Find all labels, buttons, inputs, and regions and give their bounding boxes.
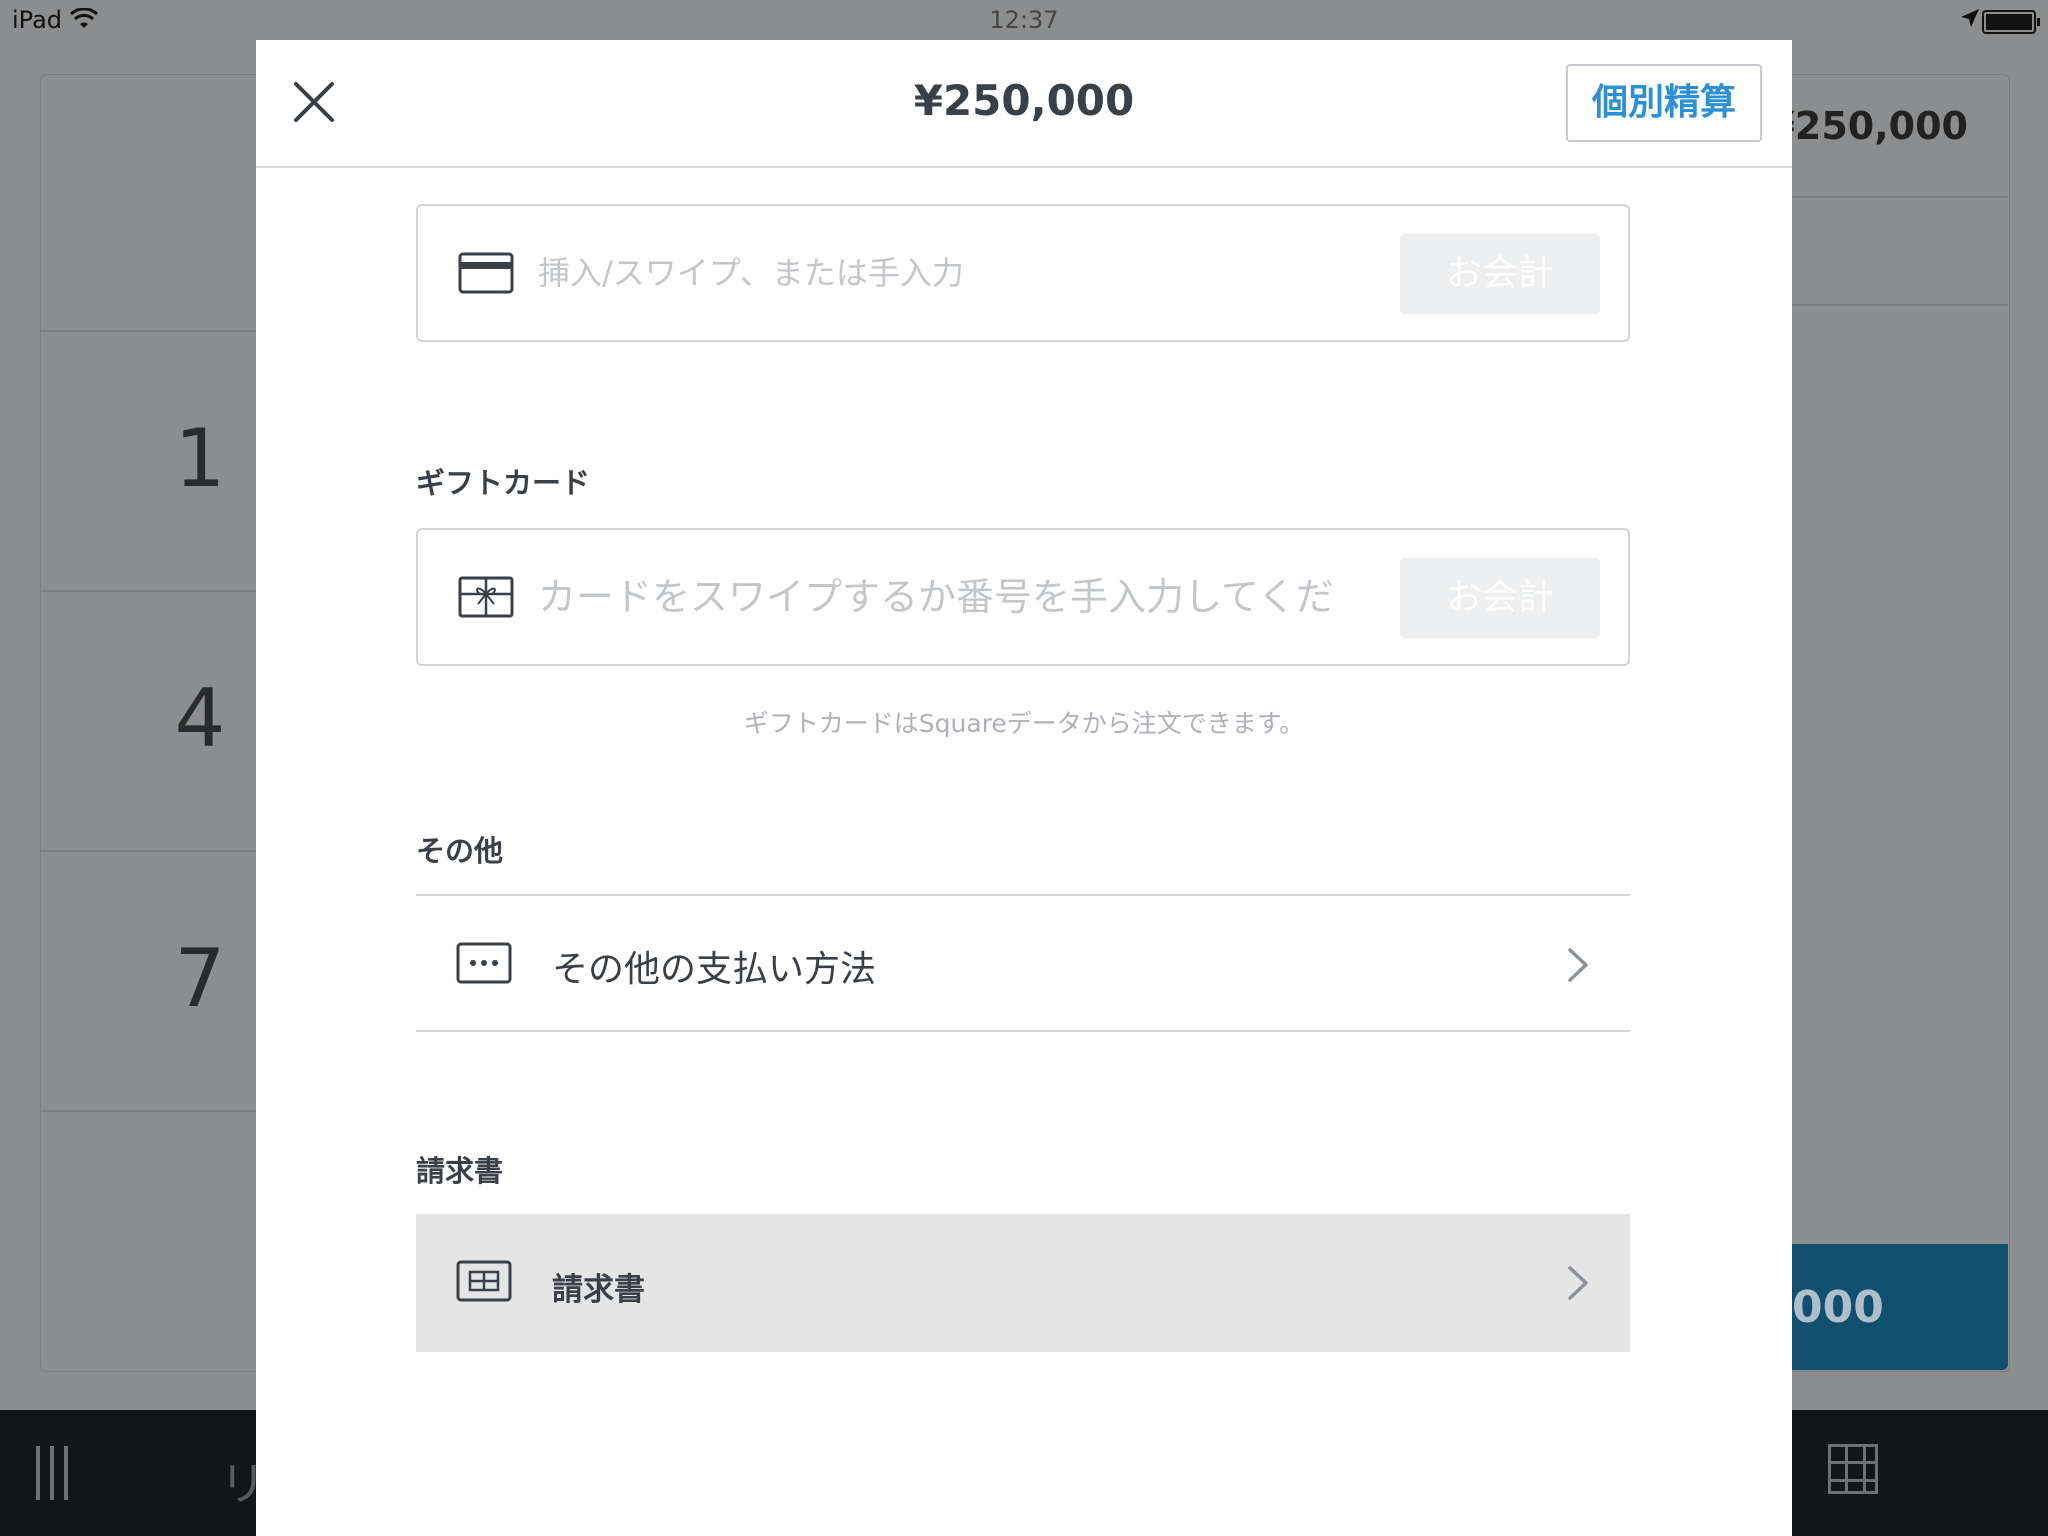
more-dots-icon	[456, 942, 512, 984]
location-arrow-icon	[1961, 9, 1979, 27]
other-payment-methods-row[interactable]: その他の支払い方法	[416, 894, 1630, 1032]
background-divider	[1792, 196, 2008, 198]
invoice-section-title: 請求書	[416, 1154, 504, 1188]
modal-header: ¥250,000 個別精算	[256, 40, 1792, 168]
gift-card-number-input[interactable]	[538, 560, 1338, 634]
gift-card-charge-button[interactable]: お会計	[1400, 558, 1600, 638]
background-charge-amount: 000	[1792, 1282, 1884, 1333]
menu-icon	[36, 1446, 70, 1500]
split-payment-button[interactable]: 個別精算	[1566, 64, 1762, 142]
keypad-key-4: 4	[174, 672, 226, 765]
keypad-divider	[40, 850, 258, 852]
background-divider	[1792, 304, 2008, 306]
card-entry-row: お会計	[416, 204, 1630, 342]
status-time: 12:37	[989, 6, 1059, 34]
card-number-input[interactable]	[538, 236, 1338, 310]
keypad-divider	[40, 1110, 258, 1112]
background-charge-button: 000	[1792, 1244, 2008, 1370]
keypad-divider	[40, 590, 258, 592]
invoice-label: 請求書	[552, 1272, 645, 1308]
keypad-divider	[40, 330, 258, 332]
credit-card-icon	[458, 252, 514, 294]
keypad-key-1: 1	[174, 412, 226, 505]
other-section-title: その他	[416, 834, 504, 868]
gift-card-helper-text: ギフトカードはSquareデータから注文できます。	[743, 709, 1305, 738]
invoice-icon	[456, 1260, 512, 1302]
chevron-right-icon	[1568, 948, 1588, 982]
chevron-right-icon	[1568, 1266, 1588, 1300]
battery-icon	[1982, 10, 2040, 34]
payment-modal: ¥250,000 個別精算 お会計 ギフトカード お会計 ギフトカードはSqua…	[256, 0, 1792, 1536]
grid-icon	[1828, 1444, 1878, 1494]
background-total: ¥250,000	[1768, 104, 1968, 148]
card-charge-button[interactable]: お会計	[1400, 234, 1600, 314]
gift-card-row: お会計	[416, 528, 1630, 666]
gift-card-icon	[458, 576, 514, 618]
modal-title-amount: ¥250,000	[913, 76, 1135, 125]
other-payment-methods-label: その他の支払い方法	[552, 949, 877, 990]
keypad-key-7: 7	[174, 932, 226, 1025]
invoice-row[interactable]: 請求書	[416, 1214, 1630, 1352]
status-bar: iPad 12:37	[0, 0, 2048, 40]
gift-card-section-title: ギフトカード	[416, 466, 591, 500]
